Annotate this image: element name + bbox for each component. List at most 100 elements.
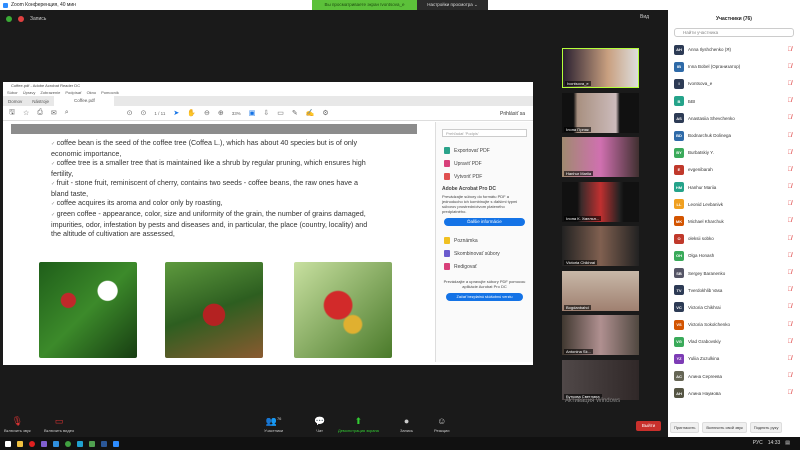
fit-page-icon[interactable]: ▣ [249,109,256,117]
comment-icon[interactable]: ▭ [277,109,284,117]
more-info-button[interactable]: Ďalšie informácie [444,218,525,226]
scroll-mode-icon[interactable]: ⇩ [263,109,269,117]
chrome-icon[interactable] [65,440,71,447]
participant-row[interactable]: Eevgenibarah 🎙̸ [668,161,800,178]
participant-row[interactable]: АС Алина Сергеева 🎙̸ [668,368,800,385]
viber-icon[interactable] [41,440,47,447]
menu-help[interactable]: Pomocník [101,89,119,96]
participant-row[interactable]: OH Olga Honash 🎙̸ [668,247,800,264]
create-pdf-item[interactable]: Vytvoriť PDF [436,170,533,183]
sign-icon[interactable]: ✍ [306,109,315,117]
reactions-button[interactable]: ☺ Реакции [434,416,449,433]
menu-window[interactable]: Okno [87,89,97,96]
participant-row[interactable]: BY Burbatskiy Y. 🎙̸ [668,144,800,161]
start-trial-button[interactable]: Začať bezplatnú skúšobnú verziu [446,293,523,301]
bullet-list: coffee bean is the seed of the coffee tr… [51,138,373,238]
menu-view[interactable]: Zobrazenie [40,89,60,96]
select-cursor-icon[interactable]: ➤ [173,109,179,117]
share-screen-button[interactable]: ⬆ Демонстрация экрана [338,416,379,433]
tab-home[interactable]: Domov [3,99,27,104]
start-icon[interactable] [5,440,11,447]
zoom-out-icon[interactable]: ⊖ [204,109,210,117]
app-icon[interactable] [53,440,59,447]
save-icon[interactable]: 🖫 [9,108,15,119]
app-icon[interactable] [89,440,95,447]
record-button[interactable]: ● Запись [400,416,413,433]
zoom-in-icon[interactable]: ⊕ [218,109,224,117]
participant-row[interactable]: BD Bodnarchuk Dolinega 🎙̸ [668,127,800,144]
share-icon[interactable]: ⚙ [322,109,328,117]
video-tile[interactable]: Буткова Светлана [562,359,639,400]
prev-page-icon[interactable]: ⊙ [127,109,133,117]
participant-row[interactable]: IB Inna Bobel (Организатор) 🎙̸ [668,58,800,75]
video-tile[interactable]: Ivontsova_e [562,48,639,88]
unmute-button[interactable]: 🎙 Включить звук [4,416,31,433]
comment-tool[interactable]: Poznámka [436,234,533,247]
opera-icon[interactable] [29,440,35,447]
view-button[interactable]: Вид [640,14,649,20]
pen-icon[interactable]: ✎ [292,109,298,117]
video-tile[interactable]: Ілона Гірняк [562,92,639,133]
participant-row[interactable]: MK Michael Kharchuk 🎙̸ [668,213,800,230]
combine-tool[interactable]: Skombinovať súbory [436,247,533,260]
leave-button[interactable]: Выйти [636,421,661,431]
participant-name: Inna Bobel (Организатор) [688,64,741,70]
menu-edit[interactable]: Úpravy [23,89,36,96]
participant-row[interactable]: SB Sergey Baranenko 🎙̸ [668,264,800,281]
participant-row[interactable]: VS Victoria Sokolchenko 🎙̸ [668,316,800,333]
chat-button[interactable]: 💬 Чат [314,416,325,433]
menu-sign[interactable]: Podpísať [65,89,81,96]
share-screen-icon: ⬆ [354,416,363,426]
print-icon[interactable]: ⎙ [37,109,43,117]
page-indicator[interactable]: 1 / 11 [154,111,165,116]
search-icon[interactable]: ⌕ [65,109,69,117]
participant-row[interactable]: YZ Yuliia Zozulkina 🎙̸ [668,350,800,367]
view-options-button[interactable]: Настройки просмотра ⌄ [417,0,488,10]
participant-row[interactable]: HM Hanhur Mariia 🎙̸ [668,179,800,196]
edge-icon[interactable] [77,440,83,447]
star-icon[interactable]: ☆ [23,109,29,117]
raise-hand-button[interactable]: Поднять руку [749,422,783,433]
participant-row[interactable]: AH Anna Ilyshchenko (Я) 🎙̸ [668,41,800,58]
participant-row[interactable]: VC Victoria Chikhrai 🎙̸ [668,299,800,316]
participant-row[interactable]: VG Vlad Grabovskiy 🎙̸ [668,333,800,350]
next-page-icon[interactable]: ⊙ [141,109,147,117]
zoom-level[interactable]: 33% [232,111,241,116]
video-tile[interactable]: Bogdanbahd [562,270,639,311]
zoom-taskbar-icon[interactable] [113,440,119,447]
lang-indicator[interactable]: РУС [753,437,763,450]
video-tile[interactable]: Hanhur Mariia [562,137,639,177]
sign-in-link[interactable]: Prihlásiť sa [500,107,525,121]
hand-icon[interactable]: ✋ [187,109,196,117]
video-tile[interactable]: Ілона К. Хмельн... [562,181,639,222]
participant-row[interactable]: LL Leonid Levbanivk 🎙̸ [668,196,800,213]
invite-button[interactable]: Пригласить [670,422,700,433]
shield-icon[interactable] [6,16,12,22]
participant-row[interactable]: TV Tverdokhlib Vasa 🎙̸ [668,282,800,299]
participant-row[interactable]: B БВІ 🎙̸ [668,93,800,110]
start-video-button[interactable]: ▭ Включить видео [44,416,74,433]
edit-pdf-item[interactable]: Upraviť PDF [436,157,533,170]
word-icon[interactable] [101,440,107,447]
tab-tools[interactable]: Nástroje [27,99,54,104]
participants-button[interactable]: 👥76 Участники [264,416,283,433]
participant-row[interactable]: AS Anastasiia Shevchenko 🎙̸ [668,110,800,127]
clock[interactable]: 14:33 [768,437,781,450]
video-tile[interactable]: Victoria Chikhrai [562,226,639,266]
video-tile[interactable]: Antonina Sk... [562,315,639,355]
participant-row[interactable]: Ooleksii sobko 🎙̸ [668,230,800,247]
unmute-self-button[interactable]: Включить свой звук [702,422,747,433]
redact-tool[interactable]: Redigovať [436,260,533,273]
mail-icon[interactable]: ✉ [51,109,57,117]
participant-row[interactable]: АН Алина Наумова 🎙̸ [668,385,800,402]
participant-row[interactable]: I Ivontsova_e 🎙̸ [668,75,800,92]
pane-search-input[interactable]: Prehľadať 'Podpis' [442,129,527,137]
tab-coffee-pdf[interactable]: Coffee.pdf [54,96,115,106]
explorer-icon[interactable] [17,440,23,447]
avatar: АС [674,371,684,382]
coffee-photo [294,262,392,358]
export-pdf-item[interactable]: Exportovať PDF [436,144,533,157]
participant-search-input[interactable]: Найти участника [674,28,794,37]
notifications-icon[interactable]: ▤ [785,437,790,450]
menu-file[interactable]: Súbor [7,89,18,96]
